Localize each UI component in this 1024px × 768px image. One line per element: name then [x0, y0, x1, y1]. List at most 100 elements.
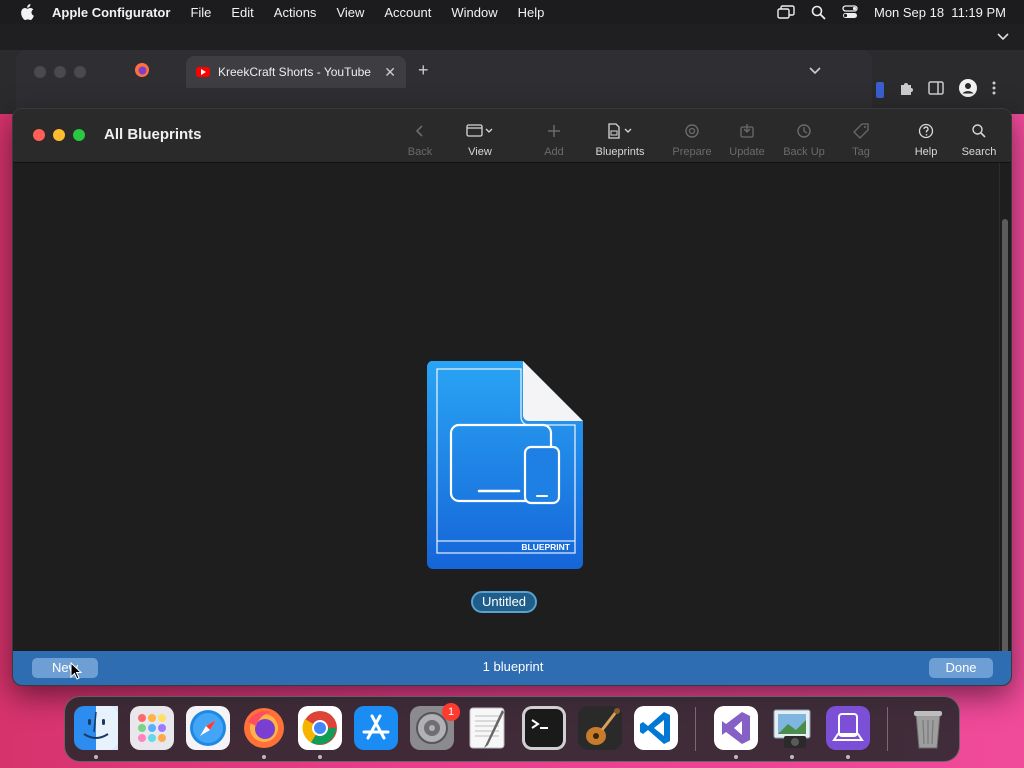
- sidebar-toggle-icon[interactable]: [928, 80, 944, 100]
- browser-toolbar-right: [872, 76, 1024, 104]
- chrome-icon[interactable]: [298, 706, 342, 750]
- close-window-button[interactable]: [33, 129, 45, 141]
- toolbar-back-button[interactable]: Back: [407, 121, 433, 158]
- toolbar-add-label: Add: [544, 146, 564, 158]
- menu-actions[interactable]: Actions: [274, 5, 317, 20]
- textedit-icon[interactable]: [466, 706, 510, 750]
- firefox-dock-icon[interactable]: [242, 706, 286, 750]
- view-window-icon: [466, 121, 494, 141]
- trash-icon[interactable]: [906, 706, 950, 750]
- toolbar-view-label: View: [468, 146, 492, 158]
- browser-tab-active[interactable]: KreekCraft Shorts - YouTube ✕: [186, 56, 406, 88]
- menu-help[interactable]: Help: [518, 5, 545, 20]
- apple-configurator-window: All Blueprints Back View Add Blueprints …: [12, 108, 1012, 686]
- tab-close-icon[interactable]: ✕: [384, 64, 396, 81]
- mouse-pointer-icon: [70, 661, 83, 685]
- visual-studio-running-indicator: [734, 755, 738, 759]
- vscode-icon[interactable]: [634, 706, 678, 750]
- toolbar-blueprints-button[interactable]: Blueprints: [593, 121, 647, 158]
- blueprint-icon-label: BLUEPRINT: [521, 542, 570, 552]
- apple-configurator-running-indicator: [846, 755, 850, 759]
- blueprint-document-icon[interactable]: BLUEPRINT: [426, 361, 583, 569]
- puzzle-icon[interactable]: [898, 80, 914, 101]
- blueprints-content-area: BLUEPRINT Untitled: [13, 163, 1011, 661]
- toolbar-prepare-label: Prepare: [672, 146, 712, 158]
- chevron-down-icon[interactable]: [996, 28, 1010, 46]
- toolbar-blueprints-label: Blueprints: [595, 146, 645, 158]
- system-settings-badge: 1: [442, 703, 460, 721]
- menu-view[interactable]: View: [336, 5, 364, 20]
- tag-icon: [853, 121, 869, 141]
- garageband-icon[interactable]: [578, 706, 622, 750]
- toolbar-search-button[interactable]: Search: [961, 121, 997, 158]
- tab-list-chevron-icon[interactable]: [808, 62, 822, 80]
- blueprint-name-field[interactable]: Untitled: [471, 591, 537, 613]
- bottom-bar: New 1 blueprint Done: [13, 651, 1011, 685]
- screen-mirroring-icon[interactable]: [777, 5, 795, 19]
- menu-window[interactable]: Window: [451, 5, 497, 20]
- toolbar-tag-label: Tag: [852, 146, 870, 158]
- toolbar-search-label: Search: [961, 146, 997, 158]
- firefox-running-indicator: [262, 755, 266, 759]
- control-center-icon[interactable]: [842, 5, 858, 19]
- profile-icon[interactable]: [958, 78, 978, 103]
- chrome-running-indicator: [318, 755, 322, 759]
- apple-menu-icon[interactable]: [18, 3, 36, 21]
- visual-studio-icon[interactable]: [714, 706, 758, 750]
- menu-file[interactable]: File: [190, 5, 211, 20]
- app-store-icon[interactable]: [354, 706, 398, 750]
- safari-icon[interactable]: [186, 706, 230, 750]
- help-icon: [918, 121, 934, 141]
- spotlight-search-icon[interactable]: [811, 5, 826, 20]
- browser-tab-strip: [0, 24, 1024, 50]
- toolbar-help-label: Help: [914, 146, 938, 158]
- scrollbar-thumb[interactable]: [1002, 219, 1008, 661]
- toolbar-back-label: Back: [407, 146, 433, 158]
- zoom-window-button[interactable]: [73, 129, 85, 141]
- toolbar-view-button[interactable]: View: [463, 121, 497, 158]
- dock-separator: [695, 707, 696, 751]
- window-traffic-lights: [33, 129, 85, 141]
- more-menu-icon[interactable]: [992, 81, 996, 100]
- youtube-icon: [196, 67, 210, 77]
- prepare-icon: [684, 121, 700, 141]
- menu-app-name[interactable]: Apple Configurator: [52, 5, 170, 20]
- blueprint-count: 1 blueprint: [482, 659, 544, 674]
- update-icon: [739, 121, 755, 141]
- browser-tab-title: KreekCraft Shorts - YouTube: [218, 65, 371, 79]
- apple-configurator-icon[interactable]: [826, 706, 870, 750]
- minimize-window-button[interactable]: [53, 129, 65, 141]
- dock: 1: [64, 696, 960, 762]
- toolbar-backup-label: Back Up: [783, 146, 825, 158]
- toolbar-add-button[interactable]: Add: [543, 121, 565, 158]
- terminal-icon[interactable]: [522, 706, 566, 750]
- done-button[interactable]: Done: [929, 658, 993, 678]
- new-tab-button[interactable]: +: [418, 60, 429, 81]
- toolbar-update-label: Update: [729, 146, 765, 158]
- toolbar-tag-button[interactable]: Tag: [850, 121, 872, 158]
- dock-separator-trash: [887, 707, 888, 751]
- menu-edit[interactable]: Edit: [231, 5, 253, 20]
- extension-icon[interactable]: [876, 82, 884, 98]
- window-titlebar: All Blueprints Back View Add Blueprints …: [13, 109, 1011, 163]
- finder-running-indicator: [94, 755, 98, 759]
- launchpad-icon[interactable]: [130, 706, 174, 750]
- toolbar-help-button[interactable]: Help: [913, 121, 939, 158]
- backup-icon: [796, 121, 812, 141]
- menu-bar: Apple Configurator File Edit Actions Vie…: [0, 0, 1024, 24]
- toolbar-update-button[interactable]: Update: [727, 121, 767, 158]
- plus-icon: [547, 121, 561, 141]
- vertical-scrollbar[interactable]: [999, 219, 1011, 661]
- firefox-window: KreekCraft Shorts - YouTube ✕ +: [16, 50, 872, 110]
- toolbar-prepare-button[interactable]: Prepare: [670, 121, 714, 158]
- search-icon: [971, 121, 987, 141]
- finder-icon[interactable]: [74, 706, 118, 750]
- menu-account[interactable]: Account: [384, 5, 431, 20]
- window-title: All Blueprints: [104, 126, 202, 143]
- preview-running-indicator: [790, 755, 794, 759]
- firefox-icon[interactable]: [134, 62, 150, 83]
- blueprints-icon: [606, 121, 634, 141]
- toolbar-backup-button[interactable]: Back Up: [781, 121, 827, 158]
- menubar-clock[interactable]: Mon Sep 18 11:19 PM: [874, 5, 1006, 20]
- preview-icon[interactable]: [770, 706, 814, 750]
